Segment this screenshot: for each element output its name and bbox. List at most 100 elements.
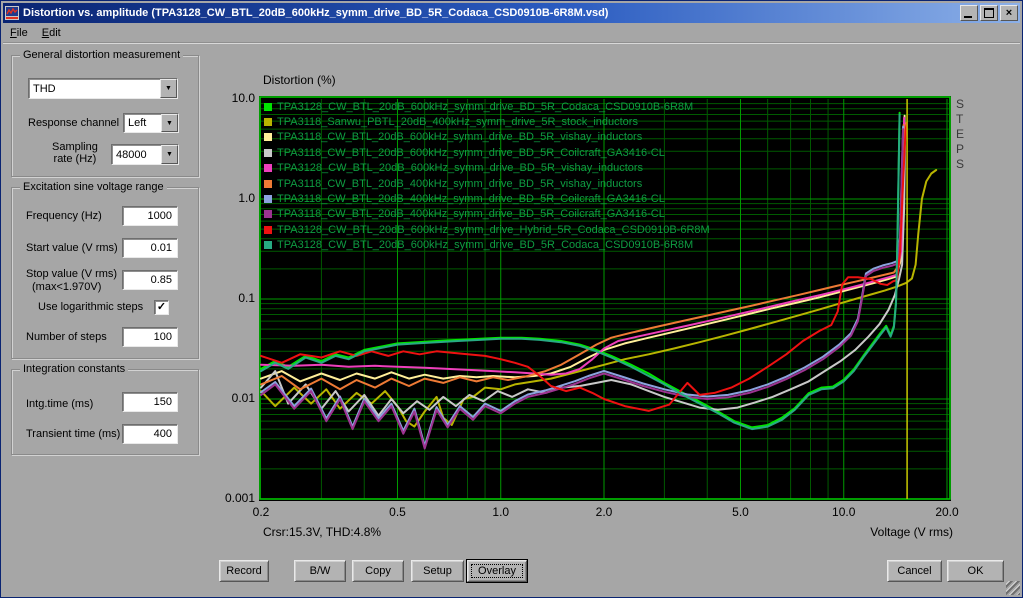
x-tick-label: 20.0 xyxy=(925,505,969,519)
legend-row: TPA3128_CW_BTL_20dB_600kHz_symm_drive_Hy… xyxy=(262,222,710,237)
chevron-down-icon[interactable]: ▼ xyxy=(161,145,178,164)
integration-group: Integration constants Intg.time (ms) 150… xyxy=(11,369,199,455)
intg-time-field[interactable]: 150 xyxy=(122,392,178,412)
legend-label: TPA3118_CW_BTL_20dB_600kHz_symm_drive_BD… xyxy=(277,147,665,159)
start-value-label: Start value (V rms) xyxy=(26,242,118,254)
sampling-rate-combo[interactable]: 48000 ▼ xyxy=(111,144,179,165)
legend-row: TPA3128_CW_BTL_20dB_600kHz_symm_drive_BD… xyxy=(262,238,710,253)
start-value-field[interactable]: 0.01 xyxy=(122,238,178,258)
response-channel-value: Left xyxy=(124,117,161,129)
frequency-label: Frequency (Hz) xyxy=(26,210,102,222)
legend-marker xyxy=(264,241,272,249)
integration-group-title: Integration constants xyxy=(20,363,128,375)
excitation-group: Excitation sine voltage range Frequency … xyxy=(11,187,199,359)
sampling-rate-value: 48000 xyxy=(112,149,161,161)
transient-time-field[interactable]: 400 xyxy=(122,424,178,444)
x-tick-label: 5.0 xyxy=(718,505,762,519)
frequency-field[interactable]: 1000 xyxy=(122,206,178,226)
legend-marker xyxy=(264,164,272,172)
x-tick-label: 0.5 xyxy=(375,505,419,519)
setup-button[interactable]: Setup xyxy=(411,560,464,582)
bw-button[interactable]: B/W xyxy=(294,560,346,582)
legend-marker xyxy=(264,149,272,157)
legend-label: TPA3118_CW_BTL_20dB_600kHz_symm_drive_BD… xyxy=(277,131,642,143)
cancel-button[interactable]: Cancel xyxy=(887,560,942,582)
chart-legend: TPA3128_CW_BTL_20dB_600kHz_symm_drive_BD… xyxy=(262,99,710,253)
legend-row: TPA3118_CW_BTL_20dB_400kHz_symm_drive_BD… xyxy=(262,207,710,222)
x-tick-label: 10.0 xyxy=(822,505,866,519)
stop-value-field[interactable]: 0.85 xyxy=(122,270,178,290)
log-steps-label: Use logarithmic steps xyxy=(38,301,143,313)
response-channel-label: Response channel xyxy=(28,117,119,129)
general-group-title: General distortion measurement xyxy=(20,49,183,61)
steps-dialog-window: Distortion vs. amplitude (TPA3128_CW_BTL… xyxy=(0,0,1023,598)
intg-time-label: Intg.time (ms) xyxy=(26,398,93,410)
chevron-down-icon[interactable]: ▼ xyxy=(160,79,177,98)
measurement-type-value: THD xyxy=(29,83,160,95)
close-button[interactable]: × xyxy=(1000,5,1018,21)
menu-bar: File Edit xyxy=(3,23,1020,43)
app-icon xyxy=(5,6,19,20)
legend-row: TPA3128_CW_BTL_20dB_600kHz_symm_drive_BD… xyxy=(262,161,710,176)
response-channel-combo[interactable]: Left ▼ xyxy=(123,113,179,133)
log-steps-checkbox[interactable]: ✓ xyxy=(154,300,169,315)
minimize-button[interactable] xyxy=(960,5,978,21)
title-bar[interactable]: Distortion vs. amplitude (TPA3128_CW_BTL… xyxy=(3,3,1020,23)
resize-grip[interactable] xyxy=(1006,581,1020,595)
x-tick-label: 1.0 xyxy=(479,505,523,519)
stop-value-note: (max<1.970V) xyxy=(32,281,101,293)
excitation-group-title: Excitation sine voltage range xyxy=(20,181,167,193)
legend-marker xyxy=(264,133,272,141)
menu-file[interactable]: File xyxy=(3,25,35,41)
legend-label: TPA3118_Sanwu_PBTL_20dB_400kHz_symm_driv… xyxy=(277,116,638,128)
x-axis-title: Voltage (V rms) xyxy=(801,525,953,539)
ok-button[interactable]: OK xyxy=(947,560,1004,582)
legend-row: TPA3128_CW_BTL_20dB_600kHz_symm_drive_BD… xyxy=(262,99,710,114)
legend-label: TPA3128_CW_BTL_20dB_600kHz_symm_drive_Hy… xyxy=(277,224,710,236)
x-tick-label: 2.0 xyxy=(582,505,626,519)
x-tick-label: 0.2 xyxy=(239,505,283,519)
chevron-down-icon[interactable]: ▼ xyxy=(161,114,178,132)
number-of-steps-label: Number of steps xyxy=(26,331,107,343)
cursor-readout: Crsr:15.3V, THD:4.8% xyxy=(263,525,381,539)
legend-row: TPA3118_CW_BTL_20dB_600kHz_symm_drive_BD… xyxy=(262,130,710,145)
y-tick-label: 10.0 xyxy=(209,91,255,105)
legend-row: TPA3118_CW_BTL_20dB_400kHz_symm_drive_BD… xyxy=(262,191,710,206)
legend-marker xyxy=(264,118,272,126)
legend-marker xyxy=(264,226,272,234)
legend-label: TPA3128_CW_BTL_20dB_600kHz_symm_drive_BD… xyxy=(277,101,693,113)
stop-value-label: Stop value (V rms) xyxy=(26,268,117,280)
legend-row: TPA3118_CW_BTL_20dB_400kHz_symm_drive_BD… xyxy=(262,176,710,191)
steps-side-label: S T E P S xyxy=(956,97,964,172)
legend-label: TPA3118_CW_BTL_20dB_400kHz_symm_drive_BD… xyxy=(277,208,665,220)
general-distortion-group: General distortion measurement THD ▼ Res… xyxy=(11,55,199,177)
copy-button[interactable]: Copy xyxy=(352,560,404,582)
y-tick-label: 0.01 xyxy=(209,391,255,405)
legend-marker xyxy=(264,180,272,188)
close-icon: × xyxy=(1006,8,1012,18)
menu-edit[interactable]: Edit xyxy=(35,25,68,41)
chart-title: Distortion (%) xyxy=(263,73,336,87)
maximize-button[interactable] xyxy=(980,5,998,21)
measurement-type-combo[interactable]: THD ▼ xyxy=(28,78,178,99)
maximize-icon xyxy=(984,8,994,18)
legend-label: TPA3118_CW_BTL_20dB_400kHz_symm_drive_BD… xyxy=(277,193,665,205)
number-of-steps-field[interactable]: 100 xyxy=(122,327,178,347)
y-tick-label: 0.001 xyxy=(209,491,255,505)
legend-label: TPA3118_CW_BTL_20dB_400kHz_symm_drive_BD… xyxy=(277,178,642,190)
sampling-rate-label: Sampling rate (Hz) xyxy=(52,141,98,165)
y-tick-label: 1.0 xyxy=(209,191,255,205)
legend-row: TPA3118_Sanwu_PBTL_20dB_400kHz_symm_driv… xyxy=(262,114,710,129)
legend-marker xyxy=(264,195,272,203)
legend-row: TPA3118_CW_BTL_20dB_600kHz_symm_drive_BD… xyxy=(262,145,710,160)
overlay-button[interactable]: Overlay xyxy=(467,560,527,582)
y-tick-label: 0.1 xyxy=(209,291,255,305)
record-button[interactable]: Record xyxy=(219,560,269,582)
transient-time-label: Transient time (ms) xyxy=(26,428,120,440)
minimize-icon xyxy=(964,16,972,18)
legend-marker xyxy=(264,103,272,111)
window-title: Distortion vs. amplitude (TPA3128_CW_BTL… xyxy=(23,7,958,19)
legend-label: TPA3128_CW_BTL_20dB_600kHz_symm_drive_BD… xyxy=(277,162,643,174)
legend-marker xyxy=(264,210,272,218)
legend-label: TPA3128_CW_BTL_20dB_600kHz_symm_drive_BD… xyxy=(277,239,693,251)
